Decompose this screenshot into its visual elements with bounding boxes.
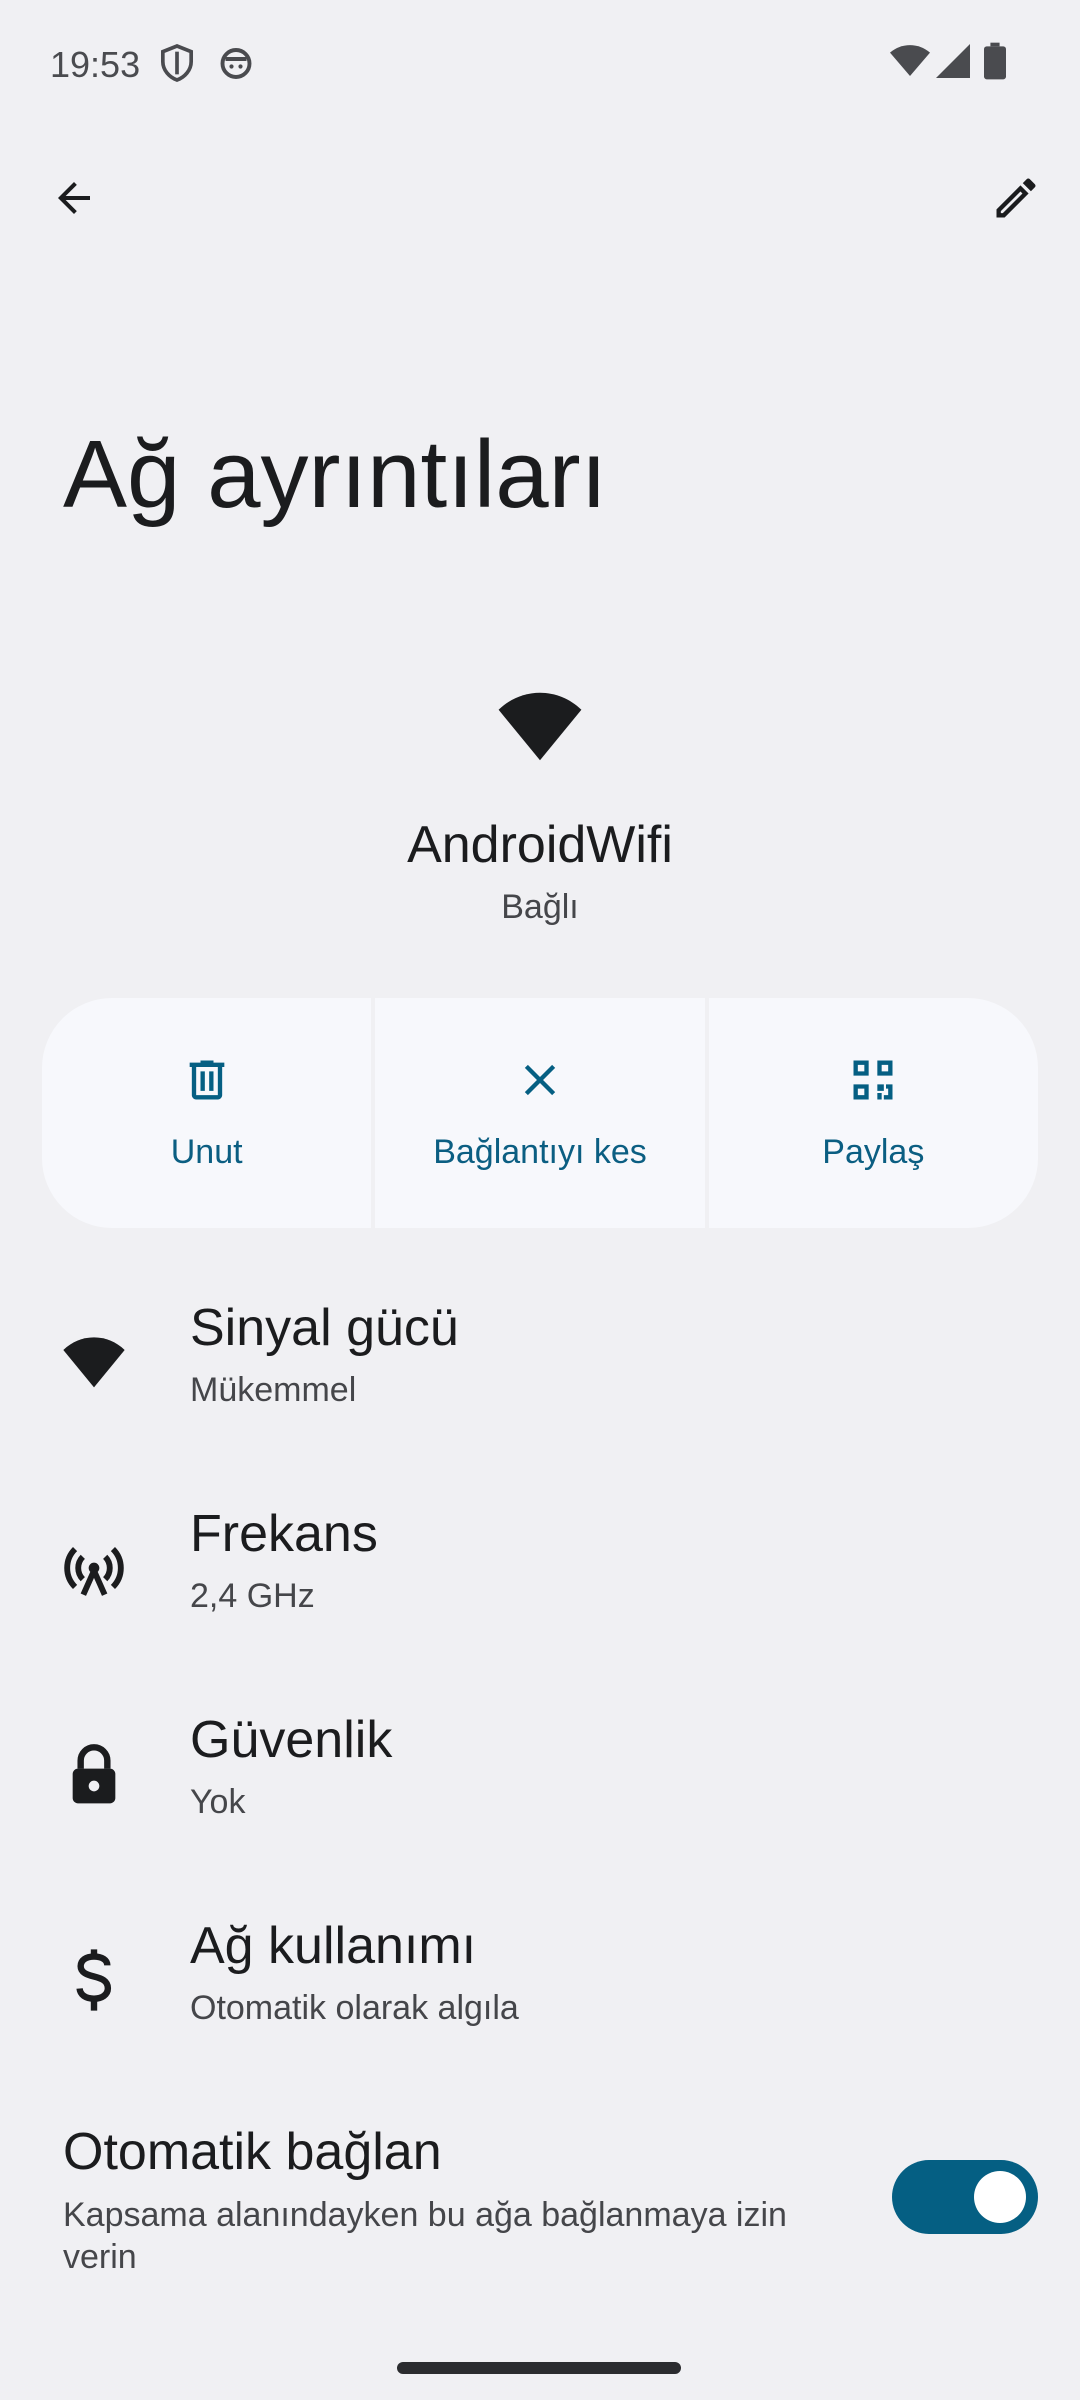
signal-strength-item[interactable]: Sinyal gücü Mükemmel xyxy=(0,1280,1080,1450)
dollar-icon xyxy=(56,1942,132,2018)
app-bar xyxy=(0,150,1080,250)
battery-icon xyxy=(984,42,1006,85)
trash-icon xyxy=(181,1054,233,1111)
wifi-signal-icon xyxy=(890,44,930,83)
network-status: Bağlı xyxy=(501,888,579,926)
toggle-thumb xyxy=(974,2171,1026,2223)
android-face-icon xyxy=(218,44,254,85)
wifi-icon xyxy=(56,1324,132,1400)
cell-signal-icon xyxy=(936,44,970,83)
security-title: Güvenlik xyxy=(190,1711,393,1769)
auto-connect-toggle[interactable] xyxy=(892,2160,1038,2234)
edit-button[interactable] xyxy=(968,152,1064,248)
shield-icon xyxy=(160,44,194,87)
network-usage-value: Otomatik olarak algıla xyxy=(190,1989,519,2027)
security-value: Yok xyxy=(190,1783,246,1821)
network-usage-title: Ağ kullanımı xyxy=(190,1917,477,1975)
lock-icon xyxy=(56,1736,132,1812)
status-time: 19:53 xyxy=(50,44,141,85)
security-item[interactable]: Güvenlik Yok xyxy=(0,1692,1080,1862)
auto-connect-title: Otomatik bağlan xyxy=(63,2123,442,2181)
forget-label: Unut xyxy=(170,1133,243,1171)
qr-code-icon xyxy=(847,1054,899,1111)
wifi-icon xyxy=(496,690,584,767)
frequency-item[interactable]: Frekans 2,4 GHz xyxy=(0,1486,1080,1656)
network-name: AndroidWifi xyxy=(407,816,673,874)
status-bar: 19:53 xyxy=(0,0,1080,130)
disconnect-button[interactable]: Bağlantıyı kes xyxy=(375,998,705,1228)
frequency-title: Frekans xyxy=(190,1505,378,1563)
share-button[interactable]: Paylaş xyxy=(708,998,1038,1228)
arrow-left-icon xyxy=(50,174,98,227)
signal-strength-value: Mükemmel xyxy=(190,1371,357,1409)
close-icon xyxy=(514,1054,566,1111)
share-label: Paylaş xyxy=(822,1133,925,1171)
frequency-value: 2,4 GHz xyxy=(190,1577,315,1615)
forget-button[interactable]: Unut xyxy=(42,998,372,1228)
auto-connect-description: Kapsama alanındayken bu ağa bağlanmaya i… xyxy=(63,2196,787,2276)
antenna-icon xyxy=(56,1530,132,1606)
pencil-icon xyxy=(990,172,1042,229)
home-indicator[interactable] xyxy=(397,2362,681,2374)
back-button[interactable] xyxy=(26,152,122,248)
action-card: Unut Bağlantıyı kes Paylaş xyxy=(42,998,1038,1228)
network-usage-item[interactable]: Ağ kullanımı Otomatik olarak algıla xyxy=(0,1898,1080,2068)
signal-strength-title: Sinyal gücü xyxy=(190,1299,459,1357)
page-title: Ağ ayrıntıları xyxy=(63,421,608,528)
disconnect-label: Bağlantıyı kes xyxy=(433,1133,647,1171)
